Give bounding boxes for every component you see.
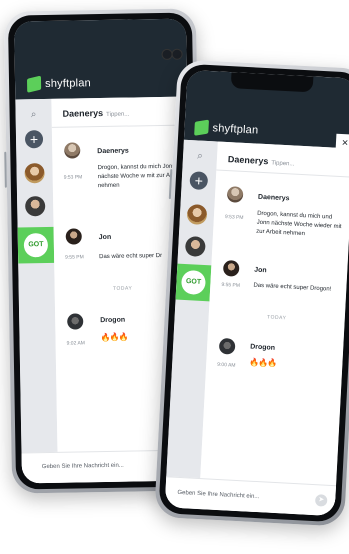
back-msg-avatar-daenerys (64, 142, 81, 159)
back-avatar-tyrion[interactable] (24, 163, 45, 184)
front-typing-indicator: Tippen... (271, 160, 295, 168)
front-app-logo: shyftplan (194, 119, 259, 137)
back-app-logo: shyftplan (26, 75, 92, 93)
front-avatar-tyrion[interactable] (186, 204, 208, 226)
back-msg-avatar-jon (65, 228, 82, 245)
front-message-3: 9:00 AM Drogon 🔥🔥🔥 (206, 337, 344, 384)
shyftplan-logo-icon (26, 75, 42, 93)
front-msg-avatar-jon (222, 260, 240, 277)
back-avatar-arya[interactable] (25, 196, 46, 217)
back-chat-title: Daenerys Tippen... (62, 107, 130, 119)
send-icon[interactable]: ➤ (314, 494, 328, 507)
back-add-button[interactable]: + (24, 130, 44, 149)
front-msg-avatar-daenerys (226, 186, 244, 203)
front-msg-author: Drogon (249, 343, 276, 352)
front-chat-main: Daenerys Tippen... 9:53 PM Daenerys Drogo… (198, 141, 349, 517)
front-msg-author: Jon (254, 266, 267, 275)
back-msg-time: 9:55 PM (65, 254, 84, 261)
front-msg-time: 9:00 AM (217, 361, 236, 369)
back-msg-author: Daenerys (97, 147, 129, 156)
front-msg-text: Das wäre echt super Drogon! (253, 282, 332, 293)
front-message-2: 9:55 PM Jon Das wäre echt super Drogon! (210, 259, 348, 306)
back-typing-indicator: Tippen... (106, 111, 130, 118)
front-group-label: GOT (180, 269, 207, 296)
front-add-button[interactable]: + (189, 171, 209, 191)
back-camera-icon-2 (171, 48, 183, 60)
fire-icon: 🔥🔥🔥 (100, 332, 128, 343)
front-phone-screen: shyftplan × ⌕ + GOT Daenerys Tippen... 9:… (164, 69, 349, 517)
front-notch (230, 72, 314, 93)
front-message-1: 9:53 PM Daenerys Drogon, kannst du mich … (212, 185, 349, 262)
front-chat-header: Daenerys Tippen... (216, 141, 349, 178)
back-chat-header: Daenerys Tippen... (51, 96, 188, 128)
front-day-divider: TODAY (266, 314, 287, 322)
back-msg-time: 9:02 AM (66, 340, 86, 347)
front-avatar-arya[interactable] (184, 235, 206, 258)
back-msg-avatar-drogon (67, 313, 84, 330)
back-msg-time: 9:53 PM (63, 174, 83, 181)
back-search-icon[interactable]: ⌕ (31, 109, 37, 120)
shyftplan-logo-icon (194, 119, 210, 136)
front-search-icon[interactable]: ⌕ (197, 150, 203, 161)
front-phone: shyftplan × ⌕ + GOT Daenerys Tippen... 9:… (154, 59, 349, 527)
front-msg-text: Drogon, kannst du mich und Jonn nächste … (256, 210, 342, 238)
front-brand-name: shyftplan (212, 122, 259, 137)
front-message-input[interactable]: Geben Sie Ihre Nachricht ein... (177, 490, 259, 500)
back-message-input[interactable]: Geben Sie Ihre Nachricht ein... (42, 463, 124, 470)
front-group-got[interactable]: GOT (175, 263, 212, 302)
fire-icon: 🔥🔥🔥 (249, 357, 277, 368)
back-msg-author: Drogon (100, 316, 126, 325)
back-volume-button (4, 151, 7, 188)
back-group-got[interactable]: GOT (17, 226, 55, 264)
front-msg-author: Daenerys (257, 193, 290, 203)
front-msg-time: 9:53 PM (224, 214, 244, 221)
front-msg-avatar-drogon (218, 337, 236, 355)
front-msg-time: 9:55 PM (221, 281, 241, 289)
back-msg-author: Jon (98, 233, 112, 242)
front-chat-title: Daenerys Tippen... (227, 154, 295, 168)
back-brand-name: shyftplan (44, 77, 92, 91)
front-power-button (168, 169, 173, 200)
back-topbar: shyftplan (13, 18, 188, 100)
front-topbar: shyftplan × (183, 69, 349, 153)
back-group-label: GOT (23, 232, 49, 258)
